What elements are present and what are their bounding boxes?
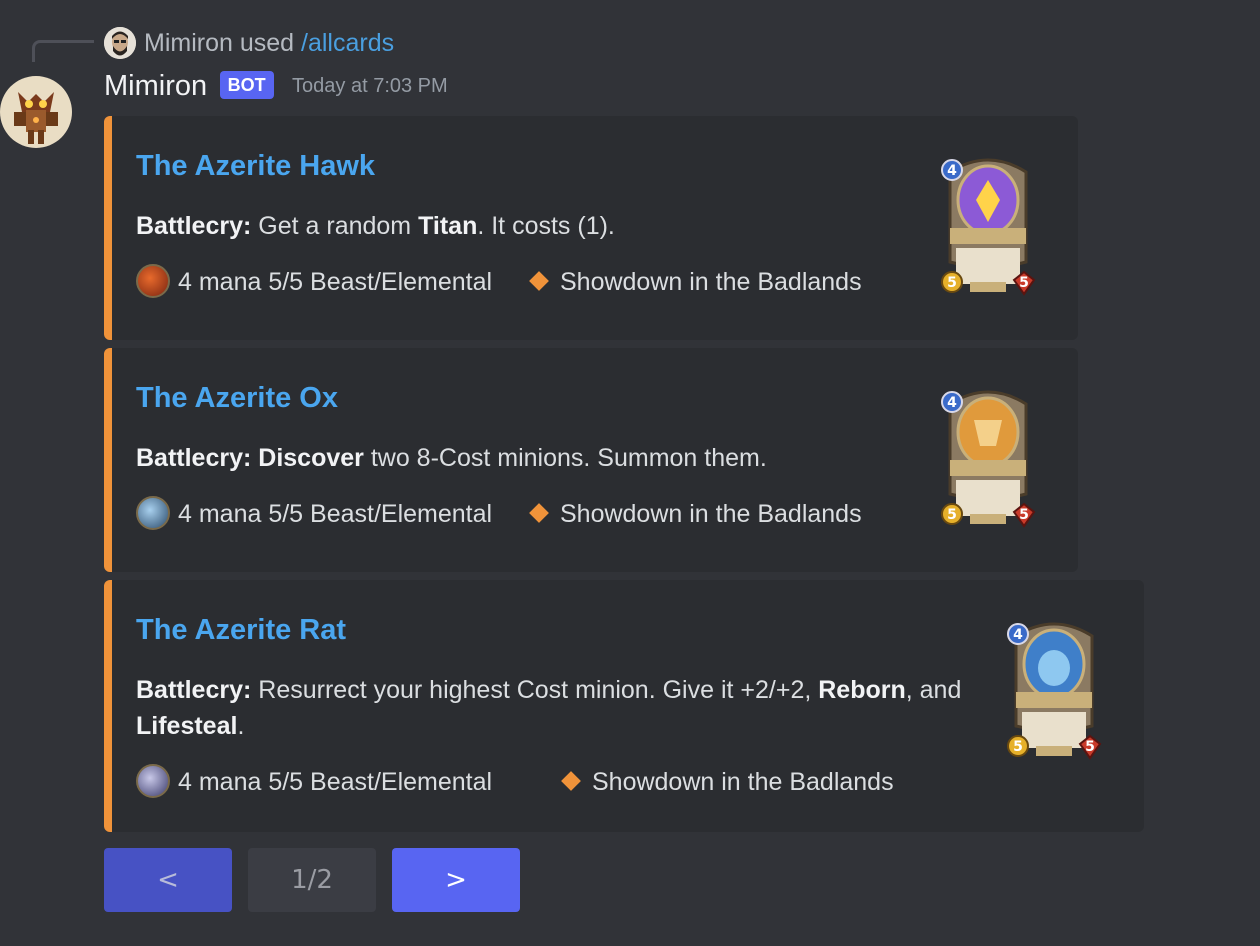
card-thumbnail[interactable]: 4 5 5 xyxy=(938,384,1038,534)
card-image-icon: 4 5 5 xyxy=(941,390,1036,528)
card-embed: The Azerite Rat Battlecry: Resurrect you… xyxy=(104,580,1144,832)
class-emoji-icon xyxy=(136,764,170,799)
desc-bold: Battlecry: Discover xyxy=(136,444,364,472)
user-avatar[interactable] xyxy=(104,27,136,59)
card-cost: 4 xyxy=(947,163,957,179)
card-health: 5 xyxy=(1019,507,1029,523)
embed-footer: 4 mana 5/5 Beast/Elemental Showdown in t… xyxy=(136,764,894,800)
page-indicator-button: 1/2 xyxy=(248,848,376,912)
card-cost: 4 xyxy=(947,395,957,411)
interaction-used-text: used xyxy=(239,29,295,57)
card-embed: The Azerite Ox Battlecry: Discover two 8… xyxy=(104,348,1078,572)
desc-text: , and xyxy=(905,676,962,704)
embed-description: Battlecry: Discover two 8-Cost minions. … xyxy=(136,440,767,476)
interaction-summary: Mimiron used /allcards xyxy=(144,26,394,60)
card-image-icon: 4 5 5 xyxy=(1007,622,1102,760)
card-stats: 4 mana 5/5 Beast/Elemental xyxy=(178,268,493,296)
desc-text: . xyxy=(237,712,245,740)
desc-bold: Battlecry: xyxy=(136,676,252,704)
diamond-icon xyxy=(529,503,549,524)
next-page-button[interactable]: > xyxy=(392,848,520,912)
card-embed: The Azerite Hawk Battlecry: Get a random… xyxy=(104,116,1078,340)
bot-avatar[interactable] xyxy=(0,72,72,152)
message-timestamp[interactable]: Today at 7:03 PM xyxy=(292,75,448,97)
card-attack: 5 xyxy=(947,275,957,291)
card-cost: 4 xyxy=(1013,627,1023,643)
card-health: 5 xyxy=(1085,739,1095,755)
card-set: Showdown in the Badlands xyxy=(591,768,894,796)
embed-title[interactable]: The Azerite Rat xyxy=(136,614,346,647)
command-name[interactable]: /allcards xyxy=(301,29,394,57)
card-stats: 4 mana 5/5 Beast/Elemental xyxy=(178,500,493,528)
embed-description: Battlecry: Resurrect your highest Cost m… xyxy=(136,672,976,744)
message-header: Mimiron BOT Today at 7:03 PM xyxy=(104,70,448,110)
embed-footer: 4 mana 5/5 Beast/Elemental Showdown in t… xyxy=(136,496,862,532)
desc-text: Get a random xyxy=(251,212,419,240)
desc-bold: Reborn xyxy=(818,676,906,704)
card-attack: 5 xyxy=(947,507,957,523)
desc-bold: Battlecry: xyxy=(136,212,252,240)
bot-badge: BOT xyxy=(219,70,274,99)
card-attack: 5 xyxy=(1013,739,1023,755)
desc-text: two 8-Cost minions. Summon them. xyxy=(363,444,767,472)
reply-connector xyxy=(32,40,94,62)
card-thumbnail[interactable]: 4 5 5 xyxy=(938,152,1038,302)
card-image-icon: 4 5 5 xyxy=(941,158,1036,296)
class-emoji-icon xyxy=(136,264,170,299)
card-set: Showdown in the Badlands xyxy=(559,268,862,296)
card-stats: 4 mana 5/5 Beast/Elemental xyxy=(178,768,493,796)
author-name[interactable]: Mimiron xyxy=(104,70,207,102)
previous-page-button[interactable]: < xyxy=(104,848,232,912)
desc-bold: Lifesteal xyxy=(136,712,238,740)
desc-text: Resurrect your highest Cost minion. Give… xyxy=(251,676,819,704)
card-health: 5 xyxy=(1019,275,1029,291)
interaction-user[interactable]: Mimiron xyxy=(144,29,233,57)
class-emoji-icon xyxy=(136,496,170,531)
card-set: Showdown in the Badlands xyxy=(559,500,862,528)
card-thumbnail[interactable]: 4 5 5 xyxy=(1004,616,1104,766)
desc-text: . It costs (1). xyxy=(477,212,615,240)
diamond-icon xyxy=(561,771,581,792)
diamond-icon xyxy=(529,271,549,292)
embed-title[interactable]: The Azerite Ox xyxy=(136,382,338,415)
desc-bold: Titan xyxy=(418,212,478,240)
embed-title[interactable]: The Azerite Hawk xyxy=(136,150,375,183)
embed-footer: 4 mana 5/5 Beast/Elemental Showdown in t… xyxy=(136,264,862,300)
embed-description: Battlecry: Get a random Titan. It costs … xyxy=(136,208,615,244)
